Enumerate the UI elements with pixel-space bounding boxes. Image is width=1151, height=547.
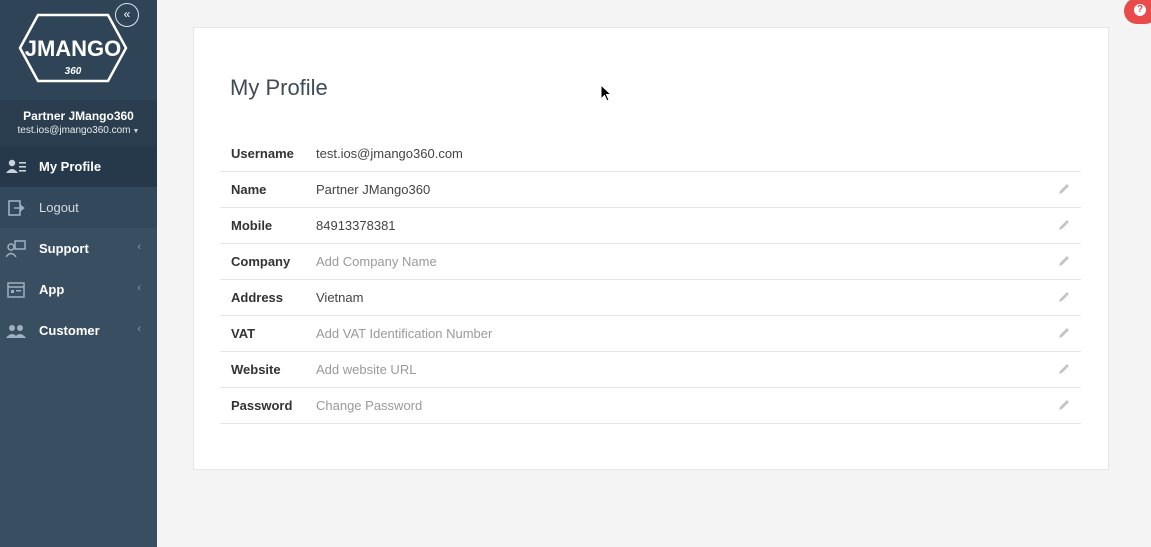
company-value: Add Company Name	[316, 254, 437, 269]
sidebar-item-app[interactable]: App ‹	[0, 269, 157, 310]
field-label: Address	[231, 290, 284, 305]
collapse-sidebar-button[interactable]: «	[115, 3, 139, 27]
user-email: test.ios@jmango360.com	[17, 125, 131, 136]
edit-pencil-icon[interactable]	[1057, 398, 1071, 412]
profile-row-vat: VAT Add VAT Identification Number	[220, 316, 1081, 352]
profile-row-website: Website Add website URL	[220, 352, 1081, 388]
field-label: Company	[231, 254, 291, 269]
edit-pencil-icon[interactable]	[1057, 290, 1071, 304]
sidebar: JMANGO 360 « Partner JMango360 test.ios@…	[0, 0, 157, 547]
profile-table: Username test.ios@jmango360.com Name Par…	[220, 136, 1081, 424]
chevron-left-icon: ‹	[137, 323, 141, 335]
password-value: Change Password	[316, 398, 423, 413]
profile-row-company: Company Add Company Name	[220, 244, 1081, 280]
caret-down-icon: ▼	[132, 128, 140, 135]
field-label: Mobile	[231, 218, 273, 233]
sidebar-item-label: Logout	[39, 200, 79, 215]
edit-pencil-icon[interactable]	[1057, 218, 1071, 232]
page-title: My Profile	[230, 75, 328, 100]
sidebar-item-label: App	[39, 282, 65, 297]
field-label: Username	[231, 146, 294, 161]
user-menu[interactable]: Partner JMango360 test.ios@jmango360.com…	[0, 100, 157, 146]
name-value: Partner JMango360	[316, 182, 431, 197]
help-button[interactable]: ?	[1124, 0, 1151, 24]
question-icon: ?	[1134, 4, 1146, 16]
logo-area: JMANGO 360 «	[0, 0, 157, 100]
website-value: Add website URL	[316, 362, 417, 377]
profile-row-address: Address Vietnam	[220, 280, 1081, 316]
field-label: Password	[231, 398, 293, 413]
logout-icon	[5, 198, 27, 218]
address-value: Vietnam	[316, 290, 364, 305]
jmango-logo: JMANGO 360	[18, 13, 128, 83]
profile-row-mobile: Mobile 84913378381	[220, 208, 1081, 244]
svg-text:360: 360	[65, 66, 82, 77]
user-name: Partner JMango360	[23, 109, 134, 123]
edit-pencil-icon[interactable]	[1057, 182, 1071, 196]
edit-pencil-icon[interactable]	[1057, 254, 1071, 268]
field-label: VAT	[231, 326, 256, 341]
chevron-left-icon: ‹	[137, 282, 141, 294]
vat-value: Add VAT Identification Number	[316, 326, 493, 341]
sidebar-item-label: Customer	[39, 323, 100, 338]
mouse-cursor-icon	[600, 84, 612, 102]
edit-pencil-icon[interactable]	[1057, 326, 1071, 340]
sidebar-item-label: My Profile	[39, 159, 102, 174]
profile-row-password: Password Change Password	[220, 388, 1081, 424]
profile-row-name: Name Partner JMango360	[220, 172, 1081, 208]
field-label: Name	[231, 182, 267, 197]
mobile-value: 84913378381	[316, 218, 396, 233]
profile-card: My Profile Username test.ios@jmango360.c…	[193, 27, 1109, 470]
username-value: test.ios@jmango360.com	[316, 146, 463, 161]
chevron-left-icon: ‹	[137, 241, 141, 253]
profile-icon	[5, 157, 27, 177]
svg-text:JMANGO: JMANGO	[25, 36, 122, 61]
field-label: Website	[231, 362, 281, 377]
sidebar-item-my-profile[interactable]: My Profile	[0, 146, 157, 187]
app-icon	[5, 280, 27, 300]
support-icon	[5, 239, 27, 259]
sidebar-item-support[interactable]: Support ‹	[0, 228, 157, 269]
sidebar-item-logout[interactable]: Logout	[0, 187, 157, 228]
profile-row-username: Username test.ios@jmango360.com	[220, 136, 1081, 172]
edit-pencil-icon[interactable]	[1057, 362, 1071, 376]
customer-icon	[5, 321, 27, 341]
sidebar-item-label: Support	[39, 241, 89, 256]
sidebar-item-customer[interactable]: Customer ‹	[0, 310, 157, 351]
